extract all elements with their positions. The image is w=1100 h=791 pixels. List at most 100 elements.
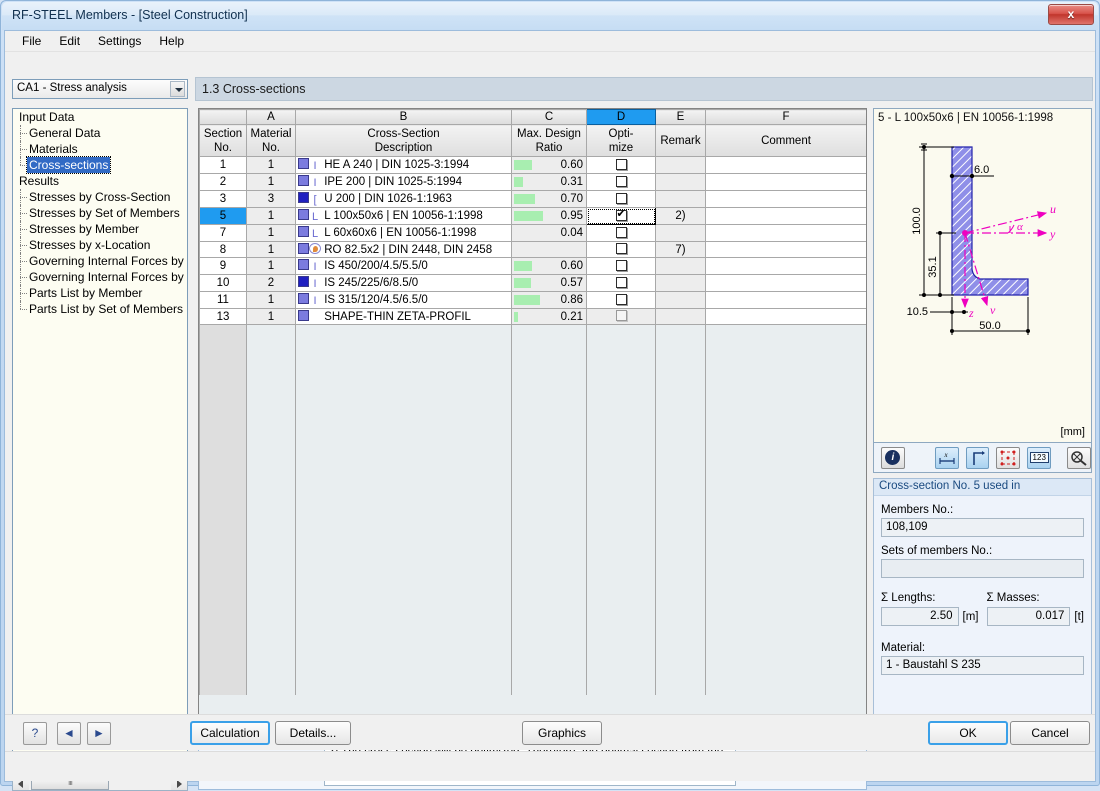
cell-optimize[interactable] <box>586 274 656 292</box>
cell-comment[interactable] <box>705 173 866 191</box>
table-row[interactable]: 3 3[ U 200 | DIN 1026-1:1963 0.70 <box>199 190 866 208</box>
cell-description[interactable]: I IS 450/200/4.5/5.5/0 <box>295 257 512 275</box>
cell-max-design-ratio[interactable]: 0.57 <box>511 274 587 292</box>
cell-remark[interactable]: 7) <box>655 241 706 258</box>
sidebar-item-stresses-by-set-of-members[interactable]: Stresses by Set of Members <box>13 205 187 221</box>
optimize-checkbox[interactable] <box>615 226 627 238</box>
cell-comment[interactable] <box>705 274 866 292</box>
optimize-checkbox[interactable] <box>615 310 627 321</box>
cell-max-design-ratio[interactable]: 0.04 <box>511 224 587 242</box>
optimize-checkbox[interactable] <box>615 192 627 204</box>
cell-section-no[interactable]: 3 <box>199 190 247 208</box>
sidebar-item-general-data[interactable]: General Data <box>13 125 187 141</box>
sidebar-item-cross-sections[interactable]: Cross-sections <box>13 156 187 174</box>
grid-points-icon[interactable] <box>996 446 1021 469</box>
column-header-B[interactable]: B <box>295 109 512 125</box>
cell-optimize[interactable] <box>586 156 656 174</box>
cell-section-no[interactable]: 2 <box>199 173 247 191</box>
cell-comment[interactable] <box>705 190 866 208</box>
table-row[interactable]: 21I IPE 200 | DIN 1025-5:1994 0.31 <box>199 173 866 191</box>
table-row[interactable]: 11I HE A 240 | DIN 1025-3:1994 0.60 <box>199 156 866 174</box>
cell-comment[interactable] <box>705 207 866 225</box>
cell-material-no[interactable]: 1 <box>246 224 296 242</box>
table-row[interactable]: 81 RO 82.5x2 | DIN 2448, DIN 2458 7) <box>199 241 866 258</box>
table-row[interactable]: 71L L 60x60x6 | EN 10056-1:1998 0.04 <box>199 224 866 242</box>
help-button[interactable]: ? <box>23 722 47 745</box>
cell-max-design-ratio[interactable]: 0.60 <box>511 156 587 174</box>
cell-material-no[interactable]: 1 <box>246 308 296 325</box>
optimize-checkbox[interactable] <box>615 175 627 187</box>
cell-section-no[interactable]: 8 <box>199 241 247 258</box>
members-field[interactable]: 108,109 <box>881 518 1084 537</box>
previous-button[interactable]: ◄ <box>57 722 81 745</box>
column-header-A[interactable]: A <box>246 109 296 125</box>
cell-material-no[interactable]: 1 <box>246 173 296 191</box>
cell-optimize[interactable] <box>586 257 656 275</box>
info-icon[interactable]: i <box>881 446 905 469</box>
table-row[interactable]: 91I IS 450/200/4.5/5.5/0 0.60 <box>199 257 866 275</box>
cell-material-no[interactable]: 1 <box>246 257 296 275</box>
cell-section-no[interactable]: 13 <box>199 308 247 325</box>
cell-max-design-ratio[interactable]: 0.21 <box>511 308 587 325</box>
tree-group-input-data[interactable]: Input Data <box>13 109 187 125</box>
menu-help[interactable]: Help <box>150 32 193 50</box>
cell-max-design-ratio[interactable] <box>511 241 587 258</box>
cell-material-no[interactable]: 1 <box>246 156 296 174</box>
cell-optimize[interactable] <box>586 308 656 325</box>
cell-optimize[interactable] <box>586 241 656 258</box>
navigation-tree[interactable]: Input Data General Data Materials Cross-sec… <box>12 108 188 773</box>
column-header-D[interactable]: D <box>586 109 656 125</box>
cell-section-no[interactable]: 5 <box>199 207 247 225</box>
cell-comment[interactable] <box>705 308 866 325</box>
cell-description[interactable]: I IPE 200 | DIN 1025-5:1994 <box>295 173 512 191</box>
cell-optimize[interactable] <box>586 291 656 309</box>
axes-icon[interactable] <box>965 446 990 469</box>
cell-section-no[interactable]: 9 <box>199 257 247 275</box>
cell-max-design-ratio[interactable]: 0.31 <box>511 173 587 191</box>
table-row[interactable]: 11 1 I IS 315/120/4.5/6.5/0 0.86 <box>199 291 866 309</box>
optimize-checkbox[interactable] <box>615 293 627 305</box>
cell-description[interactable]: I IS 315/120/4.5/6.5/0 <box>295 291 512 309</box>
cell-description[interactable]: L L 100x50x6 | EN 10056-1:1998 <box>295 207 512 225</box>
cell-remark[interactable] <box>655 224 706 242</box>
column-header-F[interactable]: F <box>705 109 866 125</box>
cell-material-no[interactable]: 2 <box>246 274 296 292</box>
cell-description[interactable]: I HE A 240 | DIN 1025-3:1994 <box>295 156 512 174</box>
tree-group-results[interactable]: Results <box>13 173 187 189</box>
menu-file[interactable]: File <box>13 32 50 50</box>
sidebar-item-governing-internal-forces-by-m[interactable]: Governing Internal Forces by M <box>13 253 187 269</box>
cell-remark[interactable] <box>655 308 706 325</box>
optimize-checkbox[interactable] <box>615 259 627 271</box>
cross-sections-table[interactable]: A B C D E F Section No. Material No. Cross-Section… <box>198 108 867 738</box>
cell-section-no[interactable]: 1 <box>199 156 247 174</box>
cross-section-graphic[interactable]: 5 - L 100x50x6 | EN 10056-1:1998 100.0 3… <box>873 108 1092 443</box>
cell-remark[interactable] <box>655 156 706 174</box>
column-header-C[interactable]: C <box>511 109 587 125</box>
cell-comment[interactable] <box>705 291 866 309</box>
cell-remark[interactable] <box>655 291 706 309</box>
menu-edit[interactable]: Edit <box>50 32 89 50</box>
cell-max-design-ratio[interactable]: 0.60 <box>511 257 587 275</box>
optimize-checkbox[interactable] <box>615 208 627 221</box>
cell-max-design-ratio[interactable]: 0.86 <box>511 291 587 309</box>
cell-description[interactable]: SHAPE-THIN ZETA-PROFIL <box>295 308 512 325</box>
sets-field[interactable] <box>881 559 1084 578</box>
numbers-icon[interactable]: 123 <box>1027 446 1052 469</box>
cell-section-no[interactable]: 7 <box>199 224 247 242</box>
cell-remark[interactable]: 2) <box>655 207 706 225</box>
details-button[interactable]: Details... <box>275 721 351 745</box>
cell-section-no[interactable]: 10 <box>199 274 247 292</box>
cell-comment[interactable] <box>705 257 866 275</box>
cell-comment[interactable] <box>705 156 866 174</box>
sidebar-item-governing-internal-forces-by-s[interactable]: Governing Internal Forces by S <box>13 269 187 285</box>
cell-remark[interactable] <box>655 274 706 292</box>
cell-description[interactable]: RO 82.5x2 | DIN 2448, DIN 2458 <box>295 241 512 258</box>
analysis-case-combo[interactable]: CA1 - Stress analysis <box>12 79 188 99</box>
cell-optimize[interactable] <box>586 207 656 225</box>
cell-comment[interactable] <box>705 241 866 258</box>
optimize-checkbox[interactable] <box>615 276 627 288</box>
cell-optimize[interactable] <box>586 173 656 191</box>
column-header-corner[interactable] <box>199 109 247 125</box>
chevron-down-icon[interactable] <box>170 81 185 97</box>
cell-material-no[interactable]: 3 <box>246 190 296 208</box>
